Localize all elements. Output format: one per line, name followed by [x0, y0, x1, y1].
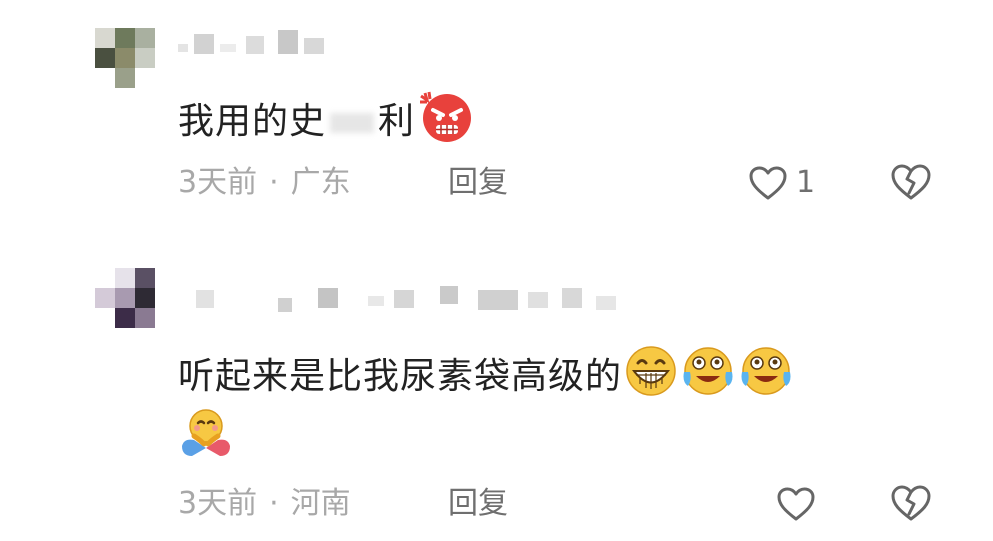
location: 河南: [290, 486, 351, 521]
comment-text: 听起来是比我尿素袋高级的: [178, 344, 794, 412]
username-redacted[interactable]: [178, 286, 618, 312]
hugging-face-icon: [178, 406, 234, 466]
separator: ·: [269, 165, 279, 200]
redacted-text: [330, 113, 375, 133]
comment-meta: 3天前 · 河南 回复: [178, 484, 508, 524]
separator: ·: [269, 486, 279, 521]
comment-item: 听起来是比我尿素袋高级的 3天前 · 河南 回复: [0, 258, 993, 541]
reply-button[interactable]: 回复: [448, 484, 508, 524]
laughing-crying-face-icon: [738, 344, 794, 412]
comment-item: 我用的史 利 3天前 · 广东 回复 1: [0, 0, 993, 230]
timestamp: 3天前: [178, 165, 258, 200]
heart-icon: [749, 166, 787, 200]
angry-face-icon: [417, 88, 473, 158]
avatar[interactable]: [95, 268, 155, 328]
avatar[interactable]: [95, 28, 155, 88]
username-redacted[interactable]: [178, 30, 338, 56]
comment-meta: 3天前 · 广东 回复: [178, 163, 508, 203]
heart-icon: [777, 487, 815, 521]
comment-text-part: 我用的史: [178, 101, 327, 142]
broken-heart-icon: [891, 485, 931, 521]
dislike-button[interactable]: [890, 484, 932, 524]
location: 广东: [290, 165, 351, 200]
dislike-button[interactable]: [890, 163, 932, 203]
grinning-face-icon: [624, 344, 678, 412]
like-button[interactable]: 1: [748, 163, 828, 203]
like-button[interactable]: [776, 484, 856, 524]
broken-heart-icon: [891, 164, 931, 200]
comment-text-part: 利: [378, 101, 416, 142]
comment-text: 我用的史 利: [178, 88, 473, 158]
laughing-crying-face-icon: [680, 344, 736, 412]
like-count: 1: [796, 165, 816, 200]
timestamp: 3天前: [178, 486, 258, 521]
comment-text-part: 听起来是比我尿素袋高级的: [178, 356, 623, 397]
reply-button[interactable]: 回复: [448, 163, 508, 203]
